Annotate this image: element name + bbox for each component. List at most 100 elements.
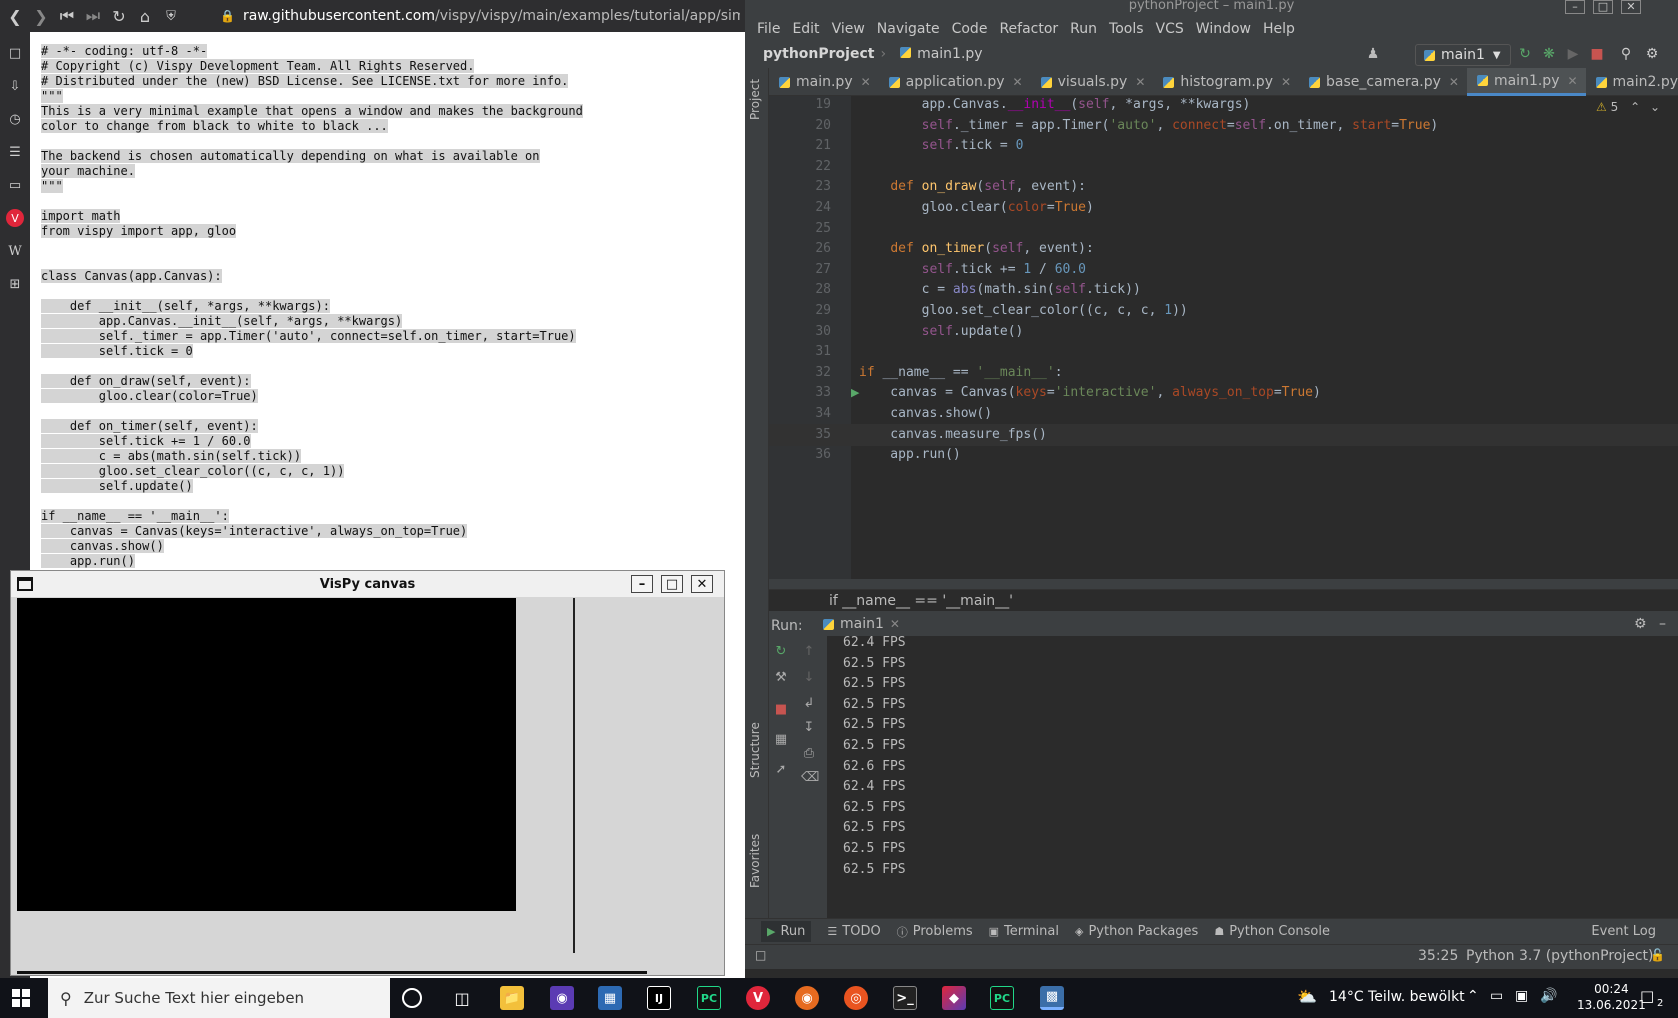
rerun-icon[interactable]: ↻ bbox=[1517, 46, 1533, 62]
code-line[interactable]: 35 canvas.measure_fps() bbox=[769, 423, 1678, 446]
project-tool-button[interactable]: Project bbox=[748, 79, 762, 120]
menu-refactor[interactable]: Refactor bbox=[999, 21, 1058, 37]
close-icon[interactable]: ✕ bbox=[1013, 75, 1023, 89]
add-panel-icon[interactable]: ⊞ bbox=[6, 275, 24, 293]
rerun-icon[interactable]: ↻ bbox=[773, 644, 789, 660]
close-icon[interactable]: ✕ bbox=[1281, 75, 1291, 89]
battery-icon[interactable]: ▭ bbox=[1490, 988, 1503, 1004]
tab-base_camera-py[interactable]: base_camera.py ✕ bbox=[1299, 68, 1467, 96]
chevron-down-icon[interactable]: ⌄ bbox=[1650, 100, 1660, 114]
close-button[interactable]: ✕ bbox=[691, 575, 713, 593]
menu-view[interactable]: View bbox=[832, 21, 865, 37]
lock-icon[interactable]: 🔓 bbox=[1650, 948, 1665, 962]
debug-icon[interactable]: ❋ bbox=[1541, 46, 1557, 62]
code-line[interactable]: 19 app.Canvas.__init__(self, *args, **kw… bbox=[769, 94, 1678, 116]
tool-tab-python-packages[interactable]: ◈ Python Packages bbox=[1075, 924, 1198, 939]
pycharm-icon-2[interactable]: PC bbox=[990, 986, 1014, 1010]
wikipedia-icon[interactable]: W bbox=[6, 242, 24, 260]
user-icon[interactable]: ♟ bbox=[1365, 46, 1381, 62]
close-icon[interactable]: ✕ bbox=[1567, 74, 1577, 88]
code-line[interactable]: 30 self.update() bbox=[769, 321, 1678, 343]
taskbar-search[interactable]: ⚲ Zur Suche Text hier eingeben bbox=[48, 978, 390, 1018]
address-bar[interactable]: 🔒 raw.githubusercontent.com /vispy/vispy… bbox=[220, 4, 740, 28]
warning-indicator[interactable]: ⚠ 5 ⌃ ⌄ bbox=[1596, 100, 1660, 114]
fast-forward-icon[interactable]: ⏭ bbox=[80, 3, 106, 29]
code-line[interactable]: 20 self._timer = app.Timer('auto', conne… bbox=[769, 115, 1678, 137]
cortana-icon[interactable] bbox=[402, 988, 422, 1008]
ubuntu-icon[interactable]: ◎ bbox=[844, 986, 868, 1010]
code-line[interactable]: 31 bbox=[769, 341, 1678, 363]
shield-icon[interactable]: ⛨ bbox=[158, 3, 184, 29]
vispy-render-area[interactable] bbox=[17, 598, 516, 911]
trash-icon[interactable]: ⌫ bbox=[801, 770, 819, 786]
download-icon[interactable]: ⇩ bbox=[6, 77, 24, 95]
search-icon[interactable]: ⚲ bbox=[1618, 46, 1634, 62]
vispy-title-bar[interactable]: VisPy canvas – □ ✕ bbox=[11, 571, 724, 597]
arrow-down-icon[interactable]: ↓ bbox=[801, 670, 817, 686]
forward-icon[interactable]: ❯ bbox=[28, 3, 54, 29]
ide-minimize-button[interactable]: – bbox=[1565, 0, 1585, 14]
nav-file[interactable]: main1.py bbox=[900, 46, 983, 62]
arrow-up-icon[interactable]: ↑ bbox=[801, 644, 817, 660]
editor-code[interactable]: 19 app.Canvas.__init__(self, *args, **kw… bbox=[769, 96, 1678, 579]
soft-wrap-icon[interactable]: ↲ bbox=[801, 696, 817, 712]
interpreter-status[interactable]: Python 3.7 (pythonProject) bbox=[1466, 948, 1654, 964]
ide-maximize-button[interactable]: □ bbox=[1593, 0, 1613, 14]
weather-text[interactable]: 14°C Teilw. bewölkt bbox=[1329, 989, 1465, 1005]
menu-help[interactable]: Help bbox=[1263, 21, 1295, 37]
tab-application-py[interactable]: application.py ✕ bbox=[879, 68, 1031, 96]
code-line[interactable]: 28 c = abs(math.sin(self.tick)) bbox=[769, 279, 1678, 301]
menu-tools[interactable]: Tools bbox=[1109, 21, 1144, 37]
layout-toggle-icon[interactable]: □ bbox=[755, 948, 766, 962]
code-line[interactable]: 21 self.tick = 0 bbox=[769, 135, 1678, 157]
tool-tab-python-console[interactable]: ☗ Python Console bbox=[1214, 924, 1330, 939]
run-tab[interactable]: main1 ✕ bbox=[823, 612, 900, 636]
tool-tab-terminal[interactable]: ▣ Terminal bbox=[989, 924, 1059, 939]
code-line[interactable]: 33 canvas = Canvas(keys='interactive', a… bbox=[769, 382, 1678, 404]
event-log-button[interactable]: Event Log bbox=[1591, 924, 1656, 939]
wrench-icon[interactable]: ⚒ bbox=[773, 670, 789, 686]
code-line[interactable]: 29 gloo.set_clear_color((c, c, c, 1)) bbox=[769, 300, 1678, 322]
code-line[interactable]: 27 self.tick += 1 / 60.0 bbox=[769, 259, 1678, 281]
code-line[interactable]: 25 bbox=[769, 218, 1678, 240]
maximize-button[interactable]: □ bbox=[661, 575, 683, 593]
history-icon[interactable]: ◷ bbox=[6, 110, 24, 128]
tab-histogram-py[interactable]: histogram.py ✕ bbox=[1153, 68, 1299, 96]
task-view-icon[interactable]: ◫ bbox=[450, 986, 474, 1010]
network-icon[interactable]: ▣ bbox=[1515, 988, 1528, 1004]
weather-icon[interactable]: ⛅ bbox=[1297, 987, 1317, 1006]
stop-icon[interactable]: ■ bbox=[773, 702, 789, 718]
back-icon[interactable]: ❮ bbox=[2, 3, 28, 29]
nav-project[interactable]: pythonProject bbox=[763, 46, 874, 62]
favorites-tool-button[interactable]: Favorites bbox=[748, 834, 762, 888]
home-icon[interactable]: ⌂ bbox=[132, 3, 158, 29]
gear-icon[interactable]: ⚙ bbox=[1644, 46, 1660, 62]
tab-main1-py[interactable]: main1.py ✕ bbox=[1466, 68, 1586, 96]
notification-icon[interactable]: □ bbox=[1640, 987, 1654, 1005]
code-line[interactable]: 34 canvas.show() bbox=[769, 403, 1678, 425]
tab-main-py[interactable]: main.py ✕ bbox=[769, 68, 879, 96]
chevron-up-icon[interactable]: ⌃ bbox=[1630, 100, 1640, 114]
menu-file[interactable]: File bbox=[757, 21, 780, 37]
terminal-icon[interactable]: >_ bbox=[893, 986, 917, 1010]
menu-edit[interactable]: Edit bbox=[792, 21, 819, 37]
tab-main2-py[interactable]: main2.py✕ bbox=[1586, 68, 1678, 96]
code-editor[interactable]: 19 app.Canvas.__init__(self, *args, **kw… bbox=[769, 96, 1678, 579]
print-icon[interactable]: ⎙ bbox=[801, 746, 817, 762]
code-line[interactable]: 23 def on_draw(self, event): bbox=[769, 176, 1678, 198]
close-icon[interactable]: ✕ bbox=[1135, 75, 1145, 89]
structure-tool-button[interactable]: Structure bbox=[748, 722, 762, 778]
code-line[interactable]: 22 bbox=[769, 156, 1678, 178]
caret-position[interactable]: 35:25 bbox=[1418, 948, 1458, 964]
tool-tab-problems[interactable]: ⓘ Problems bbox=[897, 924, 973, 940]
ide-close-button[interactable]: ✕ bbox=[1621, 0, 1641, 14]
menu-navigate[interactable]: Navigate bbox=[877, 21, 940, 37]
firefox-icon[interactable]: ◉ bbox=[795, 986, 819, 1010]
scroll-to-end-icon[interactable]: ↧ bbox=[801, 720, 817, 736]
volume-icon[interactable]: 🔊 bbox=[1540, 988, 1557, 1004]
vivaldi-icon[interactable]: V bbox=[746, 986, 770, 1010]
vivaldi-icon[interactable]: V bbox=[6, 209, 24, 227]
run-configuration-select[interactable]: main1 ▼ bbox=[1415, 44, 1511, 66]
gear-icon[interactable]: ⚙ bbox=[1634, 612, 1647, 636]
tab-visuals-py[interactable]: visuals.py ✕ bbox=[1031, 68, 1154, 96]
